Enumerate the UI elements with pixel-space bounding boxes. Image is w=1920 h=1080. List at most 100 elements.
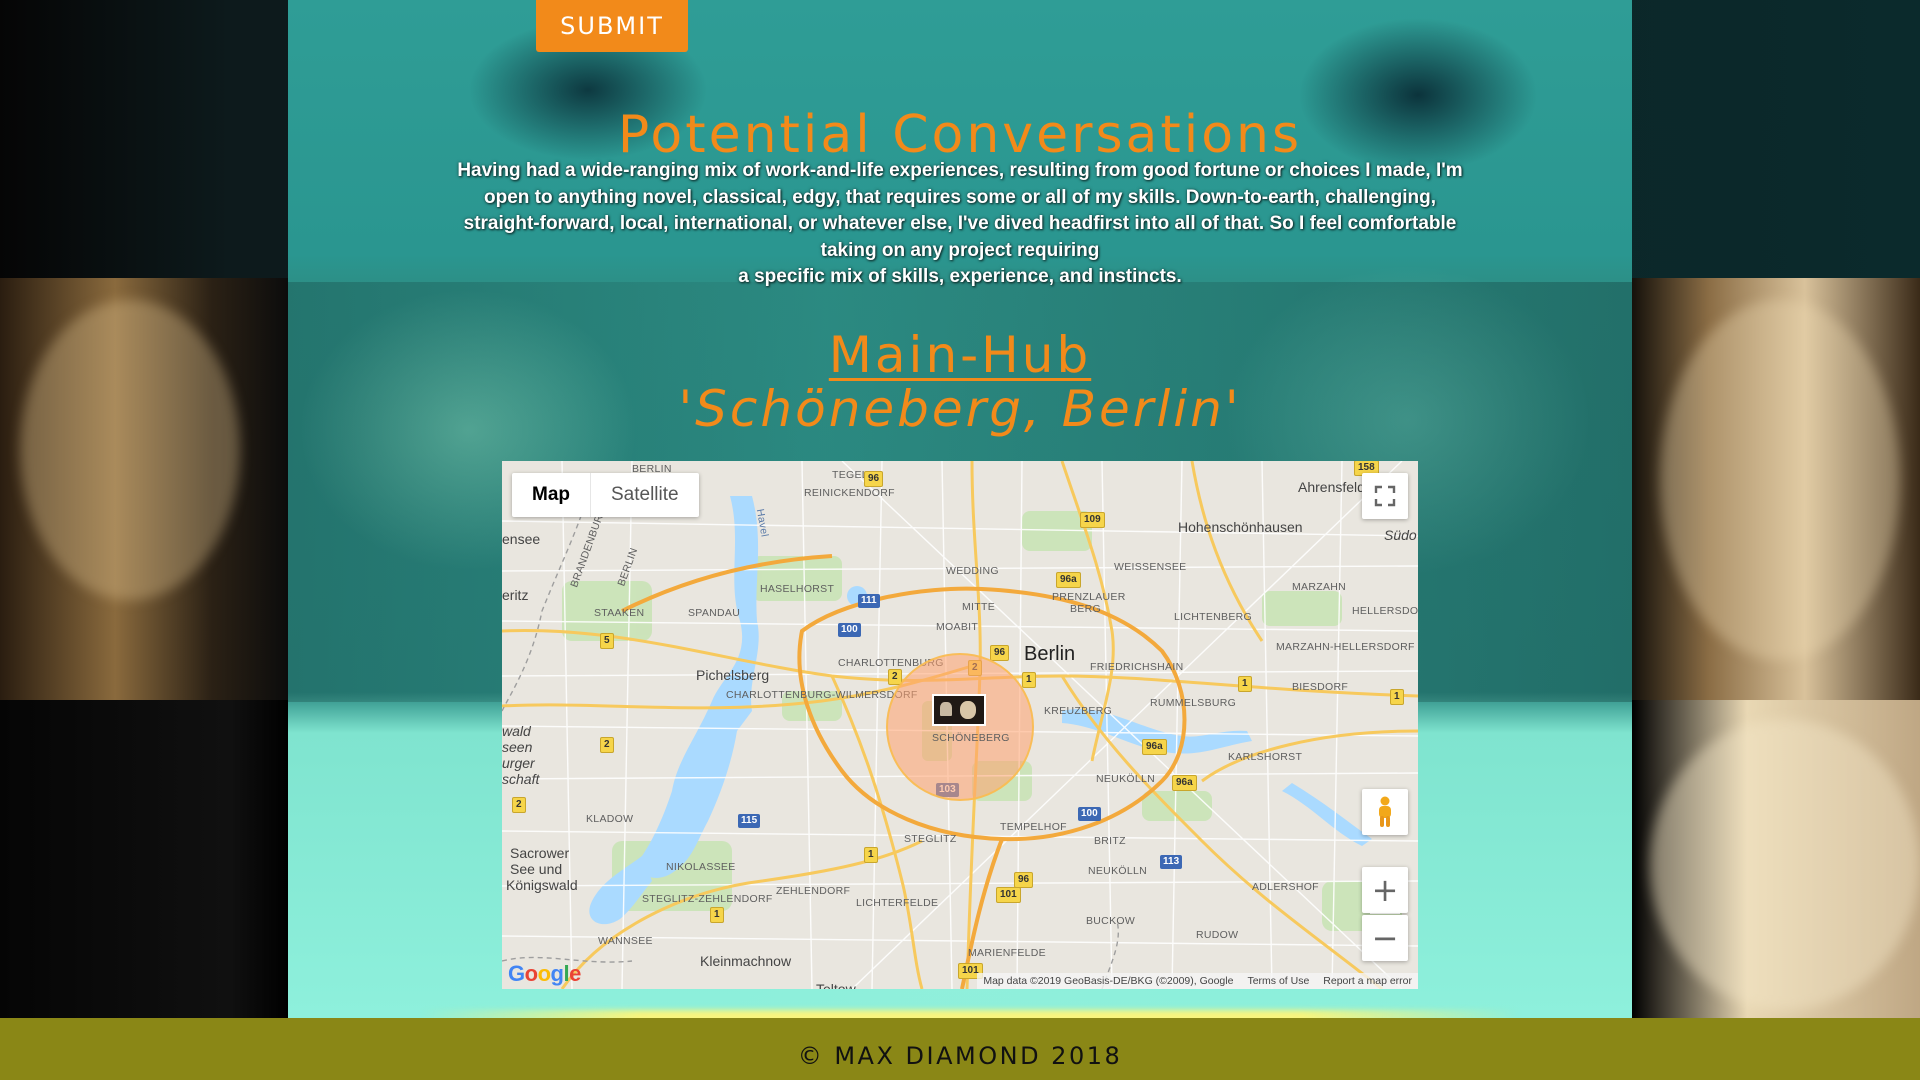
pegman-icon xyxy=(1379,796,1391,827)
map-label: MARIENFELDE xyxy=(968,947,1046,959)
road-badge: 101 xyxy=(996,887,1021,903)
zoom-divider xyxy=(1370,913,1400,914)
map-label: RUMMELSBURG xyxy=(1150,697,1237,709)
road-badge: 111 xyxy=(858,594,880,608)
fullscreen-button[interactable] xyxy=(1362,473,1408,519)
map-type-map-button[interactable]: Map xyxy=(512,473,591,517)
road-badge: 1 xyxy=(1390,689,1404,705)
map-label: Hohenschönhausen xyxy=(1178,519,1303,535)
map-label: WEISSENSEE xyxy=(1114,561,1187,573)
map-label: TEGEL xyxy=(832,469,868,481)
map-label: STEGLITZ xyxy=(904,833,957,845)
map-label: wald xyxy=(502,723,531,739)
map-label: See und xyxy=(510,861,563,877)
map-attribution: Map data ©2019 GeoBasis-DE/BKG (©2009), … xyxy=(977,973,1418,989)
map-label: schaft xyxy=(502,771,540,787)
conversations-title: Potential Conversations xyxy=(617,105,1303,165)
conversations-text: Having had a wide-ranging mix of work-an… xyxy=(362,158,1558,291)
map-label: NEUKÖLLN xyxy=(1088,865,1148,877)
road-badge: 100 xyxy=(838,623,861,637)
map-label: KREUZBERG xyxy=(1044,705,1113,717)
map-label: ensee xyxy=(502,531,541,547)
map-label: CHARLOTTENBURG-WILMERSDORF xyxy=(726,689,918,701)
report-map-error-link[interactable]: Report a map error xyxy=(1323,975,1412,987)
street-view-button[interactable] xyxy=(1362,789,1408,835)
footer: © Max Diamond 2018 xyxy=(0,1018,1920,1080)
map-label: PRENZLAUER xyxy=(1052,591,1126,603)
fullscreen-icon xyxy=(1374,485,1396,507)
background-face-right xyxy=(1650,720,1920,1010)
map-label: FRIEDRICHSHAIN xyxy=(1090,661,1184,673)
terms-of-use-link[interactable]: Terms of Use xyxy=(1247,975,1309,987)
map-label: RUDOW xyxy=(1196,929,1239,941)
background-hair-left xyxy=(20,300,240,600)
background-hair-right xyxy=(1660,300,1900,660)
map-label: BIESDORF xyxy=(1292,681,1349,693)
map-label: HASELHORST xyxy=(760,583,835,595)
map-label: BUCKOW xyxy=(1086,915,1136,927)
map-label: KLADOW xyxy=(586,813,634,825)
conversations-line: straight-forward, local, international, … xyxy=(463,213,1457,234)
road-badge: 1 xyxy=(1022,672,1036,688)
road-badge: 96 xyxy=(1014,872,1034,888)
road-badge: 1 xyxy=(710,907,724,923)
map-label: STEGLITZ-ZEHLENDORF xyxy=(642,893,773,905)
hub-subtitle: 'Schöneberg, Berlin' xyxy=(678,380,1242,438)
road-badge: 96a xyxy=(1172,775,1197,791)
map-label: BERG xyxy=(1070,603,1101,615)
road-badge: 1 xyxy=(1238,676,1252,692)
map-label: ZEHLENDORF xyxy=(776,885,851,897)
road-badge: 2 xyxy=(600,737,614,753)
map-label: HELLERSDORF xyxy=(1352,605,1418,617)
map-label: MITTE xyxy=(962,601,995,613)
map-label: MARZAHN-HELLERSDORF xyxy=(1276,641,1415,653)
conversations-line: open to anything novel, classical, edgy,… xyxy=(484,186,1436,208)
map-label: eritz xyxy=(502,587,529,603)
map-label: WEDDING xyxy=(946,565,999,577)
map-label: urger xyxy=(502,755,535,771)
road-badge: 96 xyxy=(864,471,884,487)
map-label: KARLSHORST xyxy=(1228,751,1303,763)
road-badge: 115 xyxy=(738,814,761,828)
map-label: seen xyxy=(502,739,533,755)
road-badge: 96a xyxy=(1142,739,1167,755)
map-label: NEUKÖLLN xyxy=(1096,773,1156,785)
hub-title: Main-Hub xyxy=(828,326,1092,384)
submit-button[interactable]: SUBMIT xyxy=(536,0,688,52)
zoom-in-button[interactable]: + xyxy=(1362,867,1408,913)
map-label: WANNSEE xyxy=(598,935,653,947)
map-type-control: Map Satellite xyxy=(512,473,699,517)
map-label: ADLERSHOF xyxy=(1252,881,1319,893)
map-label: LICHTERFELDE xyxy=(856,897,939,909)
zoom-out-button[interactable]: − xyxy=(1362,915,1408,961)
map-label: NIKOLASSEE xyxy=(666,861,736,873)
map-label: SPANDAU xyxy=(688,607,741,619)
map-label: Königswald xyxy=(506,877,578,893)
location-marker-photo[interactable] xyxy=(932,694,986,726)
conversations-line: a specific mix of skills, experience, an… xyxy=(738,266,1182,287)
map-label: Teltow xyxy=(816,981,856,989)
marker-label: SCHÖNEBERG xyxy=(932,732,1010,744)
road-badge: 113 xyxy=(1160,855,1183,869)
map-label: Sacrower xyxy=(510,845,570,861)
conversations-line: Having had a wide-ranging mix of work-an… xyxy=(457,160,1463,181)
map-label: MOABIT xyxy=(936,621,979,633)
road-badge: 96a xyxy=(1056,572,1081,588)
location-radius-circle xyxy=(886,653,1034,801)
map-label: TEMPELHOF xyxy=(1000,821,1067,833)
road-badge: 96 xyxy=(990,645,1010,661)
google-logo: Google xyxy=(508,961,581,986)
map-label: LICHTENBERG xyxy=(1174,611,1252,623)
map-label: Pichelsberg xyxy=(696,667,770,683)
map-label: MARZAHN xyxy=(1292,581,1347,593)
map-data-credit: Map data ©2019 GeoBasis-DE/BKG (©2009), … xyxy=(983,975,1234,987)
map-type-satellite-button[interactable]: Satellite xyxy=(591,473,699,517)
map-label: BRITZ xyxy=(1094,835,1126,847)
map-city-label: Berlin xyxy=(1024,643,1076,665)
map-label: STAAKEN xyxy=(594,607,645,619)
road-badge: 1 xyxy=(864,847,878,863)
location-map[interactable]: TEGEL REINICKENDORF BERLIN WEDDING WEISS… xyxy=(502,461,1418,989)
conversations-line: taking on any project requiring xyxy=(820,239,1100,261)
road-badge: 5 xyxy=(600,633,614,649)
road-badge: 109 xyxy=(1080,512,1105,528)
